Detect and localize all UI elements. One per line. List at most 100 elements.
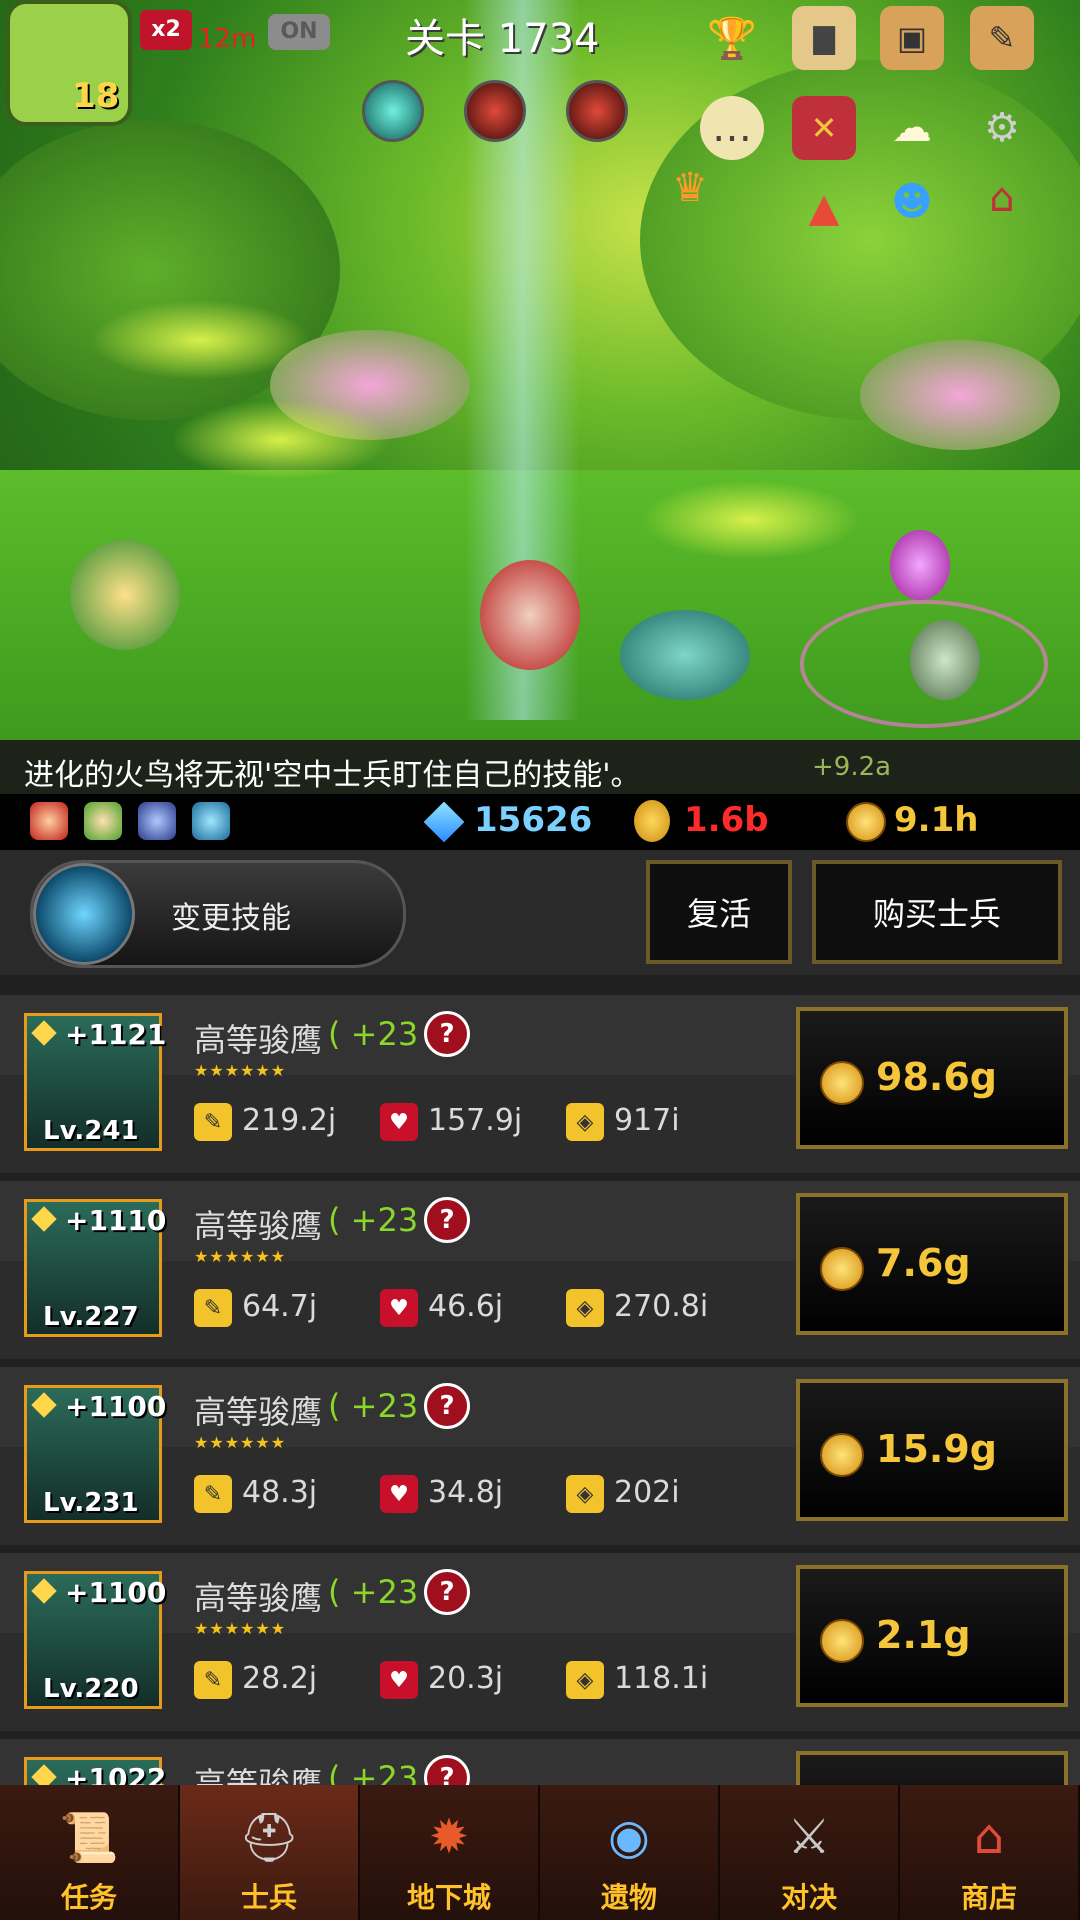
hp-heart-icon: ♥: [380, 1661, 418, 1699]
defense-value: 270.8i: [614, 1289, 709, 1324]
sword-skill-icon: [33, 863, 135, 965]
hp-value: 157.9j: [428, 1103, 523, 1138]
list-item[interactable]: +1100 Lv.231 高等骏鹰 ( +23 ) ? ★★★★★★ ✎ 48.…: [0, 1367, 1080, 1545]
hero-archer-sprite: [70, 540, 180, 650]
tab-soldiers[interactable]: ⛑ 士兵: [180, 1785, 360, 1920]
upgrade-button[interactable]: [796, 1751, 1068, 1785]
guild-banner-icon[interactable]: ✕: [792, 96, 856, 160]
change-skill-button[interactable]: 变更技能: [30, 860, 406, 968]
unit-stars: ★★★★★★: [194, 1619, 287, 1638]
fire-crown-icon[interactable]: ♛: [658, 156, 722, 220]
shop-icon: ⌂: [973, 1809, 1005, 1865]
quest-scroll-icon[interactable]: ✎: [970, 6, 1034, 70]
unit-level: Lv.220: [43, 1674, 139, 1704]
winged-arrows-effect-2: [170, 400, 390, 480]
revive-button[interactable]: 复活: [646, 860, 792, 964]
unit-level: Lv.227: [43, 1302, 139, 1332]
speed-boost-button[interactable]: x2: [140, 10, 192, 50]
unit-plus-level: +1100: [65, 1576, 167, 1609]
buy-soldier-button[interactable]: 购买士兵: [812, 860, 1062, 964]
tab-duel[interactable]: ⚔ 对决: [720, 1785, 900, 1920]
skill-slot-2[interactable]: [464, 80, 526, 142]
gold-coin-icon: [820, 1247, 864, 1291]
defense-value: 917i: [614, 1103, 680, 1138]
tab-label: 遗物: [600, 1881, 657, 1914]
rank-diamond-icon: [31, 1764, 57, 1785]
tab-relics[interactable]: ◉ 遗物: [540, 1785, 720, 1920]
notice-bar: 进化的火鸟将无视'空中士兵盯住自己的技能'。 +9.2a: [0, 740, 1080, 794]
gold-coin-icon: [820, 1433, 864, 1477]
upgrade-button[interactable]: 15.9g: [796, 1379, 1068, 1521]
unit-plus-level: +1110: [65, 1204, 167, 1237]
hero-book-icon[interactable]: ▣: [880, 6, 944, 70]
attack-value: 28.2j: [242, 1661, 318, 1696]
flower-bush-right: [860, 340, 1060, 450]
attack-value: 48.3j: [242, 1475, 318, 1510]
tab-label: 地下城: [406, 1881, 491, 1914]
tab-quests[interactable]: 📜 任务: [0, 1785, 180, 1920]
soldier-list[interactable]: +1121 Lv.241 高等骏鹰 ( +23 ) ? ★★★★★★ ✎ 219…: [0, 975, 1080, 1785]
list-item[interactable]: +1110 Lv.227 高等骏鹰 ( +23 ) ? ★★★★★★ ✎ 64.…: [0, 1181, 1080, 1359]
unit-portrait[interactable]: +1100 Lv.220: [24, 1571, 166, 1709]
unit-portrait[interactable]: +1110 Lv.227: [24, 1199, 166, 1337]
unit-level: Lv.241: [43, 1116, 139, 1146]
hp-value: 34.8j: [428, 1475, 504, 1510]
defense-shield-icon: ◈: [566, 1289, 604, 1327]
hero-portrait-green-icon[interactable]: [84, 802, 122, 840]
defense-shield-icon: ◈: [566, 1661, 604, 1699]
hp-value: 46.6j: [428, 1289, 504, 1324]
friends-icon[interactable]: ☻: [880, 170, 944, 234]
angel-icon[interactable]: ☁: [880, 96, 944, 160]
unit-portrait[interactable]: +1022: [24, 1757, 166, 1785]
chat-bubble-icon[interactable]: …: [700, 96, 764, 160]
resource-bar: 15626 1.6b 9.1h: [0, 794, 1080, 850]
player-level: 18: [72, 76, 120, 116]
skill-slot-1[interactable]: [362, 80, 424, 142]
rank-diamond-icon: [31, 1578, 57, 1604]
dragon-pet-sprite: [620, 610, 750, 700]
top-hud: 18 x2 12m ON 关卡 1734 🏆 ▇ ▣ ✎ … ✕ ☁ ⚙ ♛ ▲…: [0, 0, 1080, 231]
help-button[interactable]: ?: [424, 1011, 470, 1057]
rank-diamond-icon: [31, 1020, 57, 1046]
unit-name: 高等骏鹰: [194, 1765, 323, 1785]
medal-icon: [634, 800, 670, 842]
hp-heart-icon: ♥: [380, 1103, 418, 1141]
help-button[interactable]: ?: [424, 1197, 470, 1243]
warning-triangle-icon[interactable]: ▲: [792, 176, 856, 240]
mailbox-house-icon[interactable]: ⌂: [970, 166, 1034, 230]
upgrade-price: 7.6g: [876, 1241, 971, 1285]
help-button[interactable]: ?: [424, 1569, 470, 1615]
gem-count: 15626: [474, 800, 593, 840]
help-button[interactable]: ?: [424, 1383, 470, 1429]
hero-portrait-knight-icon[interactable]: [138, 802, 176, 840]
ranking-podium-icon[interactable]: ▇: [792, 6, 856, 70]
upgrade-button[interactable]: 98.6g: [796, 1007, 1068, 1149]
unit-portrait[interactable]: +1100 Lv.231: [24, 1385, 166, 1523]
unit-portrait[interactable]: +1121 Lv.241: [24, 1013, 166, 1151]
defense-value: 202i: [614, 1475, 680, 1510]
list-item[interactable]: +1022 高等骏鹰 ( +23 ) ?: [0, 1739, 1080, 1785]
hp-heart-icon: ♥: [380, 1289, 418, 1327]
tab-shop[interactable]: ⌂ 商店: [900, 1785, 1080, 1920]
list-item[interactable]: +1121 Lv.241 高等骏鹰 ( +23 ) ? ★★★★★★ ✎ 219…: [0, 995, 1080, 1173]
tab-dungeon[interactable]: ✹ 地下城: [360, 1785, 540, 1920]
gem-icon: [423, 801, 465, 843]
hero-portrait-slime-icon[interactable]: [192, 802, 230, 840]
list-item[interactable]: +1100 Lv.220 高等骏鹰 ( +23 ) ? ★★★★★★ ✎ 28.…: [0, 1553, 1080, 1731]
auto-toggle[interactable]: ON: [268, 14, 330, 50]
tab-label: 对决: [780, 1881, 837, 1914]
attack-sword-icon: ✎: [194, 1475, 232, 1513]
unit-plus-level: +1100: [65, 1390, 167, 1423]
unit-name: 高等骏鹰: [194, 1579, 323, 1617]
tab-label: 任务: [60, 1881, 117, 1914]
trophy-icon[interactable]: 🏆: [700, 6, 764, 70]
dps-popup: +9.2a: [812, 752, 892, 782]
attack-value: 64.7j: [242, 1289, 318, 1324]
rank-diamond-icon: [31, 1392, 57, 1418]
hero-portrait-red-icon[interactable]: [30, 802, 68, 840]
notice-message: 进化的火鸟将无视'空中士兵盯住自己的技能'。: [24, 758, 641, 793]
gear-icon[interactable]: ⚙: [970, 96, 1034, 160]
skill-slot-3[interactable]: [566, 80, 628, 142]
upgrade-button[interactable]: 7.6g: [796, 1193, 1068, 1335]
upgrade-button[interactable]: 2.1g: [796, 1565, 1068, 1707]
